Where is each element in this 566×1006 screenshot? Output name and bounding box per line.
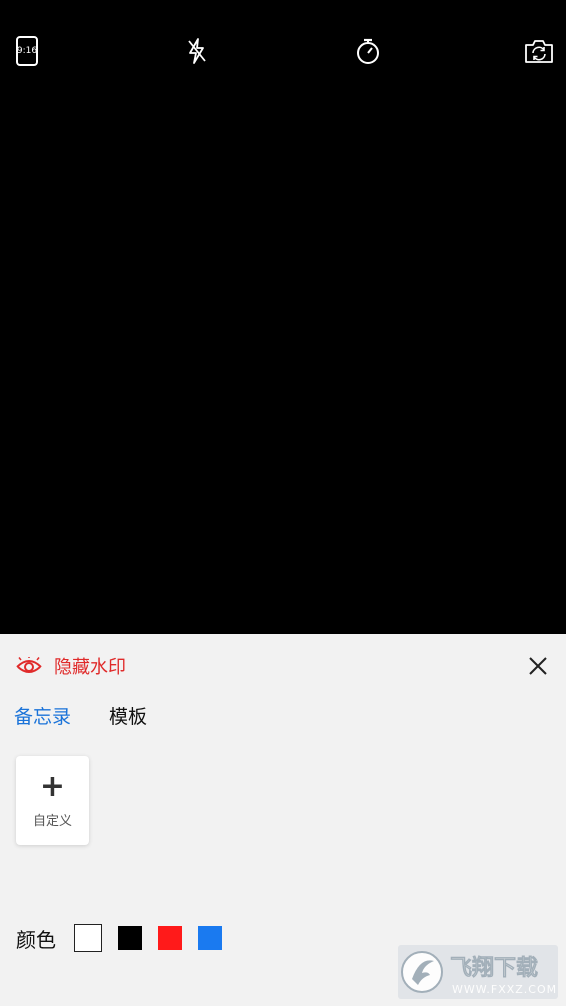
add-custom-watermark-button[interactable]: + 自定义	[16, 756, 89, 845]
hide-watermark-toggle[interactable]: 隐藏水印	[16, 654, 126, 678]
timer-button[interactable]	[351, 34, 385, 68]
color-swatch-blue[interactable]	[198, 926, 222, 950]
site-watermark-logo: 飞翔下载 WWW.FXXZ.COM	[398, 945, 558, 999]
aspect-ratio-icon: 9:16	[16, 36, 38, 66]
aspect-ratio-button[interactable]: 9:16	[10, 34, 44, 68]
close-icon	[529, 657, 547, 675]
watermark-url-text: WWW.FXXZ.COM	[452, 983, 557, 996]
color-label: 颜色	[16, 927, 56, 952]
camera-topbar: 9:16	[0, 0, 566, 100]
switch-camera-button[interactable]	[522, 34, 556, 68]
timer-icon	[357, 38, 379, 64]
watermark-tabs: 备忘录 模板	[14, 702, 185, 729]
color-swatch-black[interactable]	[118, 926, 142, 950]
flash-button[interactable]	[180, 34, 214, 68]
flash-off-icon	[188, 38, 206, 64]
color-swatch-red[interactable]	[158, 926, 182, 950]
switch-camera-icon	[525, 40, 553, 63]
plus-icon: +	[39, 769, 66, 804]
color-swatch-white[interactable]	[74, 924, 102, 952]
tab-template[interactable]: 模板	[109, 702, 147, 729]
close-panel-button[interactable]	[526, 654, 550, 678]
camera-viewfinder[interactable]: 9:16	[0, 0, 566, 634]
custom-label: 自定义	[32, 814, 72, 829]
eye-icon	[16, 657, 42, 673]
tab-memo[interactable]: 备忘录	[14, 702, 71, 729]
hide-watermark-label: 隐藏水印	[54, 657, 126, 678]
watermark-brand-text: 飞翔下载	[450, 955, 538, 981]
color-picker: 颜色	[16, 924, 238, 952]
